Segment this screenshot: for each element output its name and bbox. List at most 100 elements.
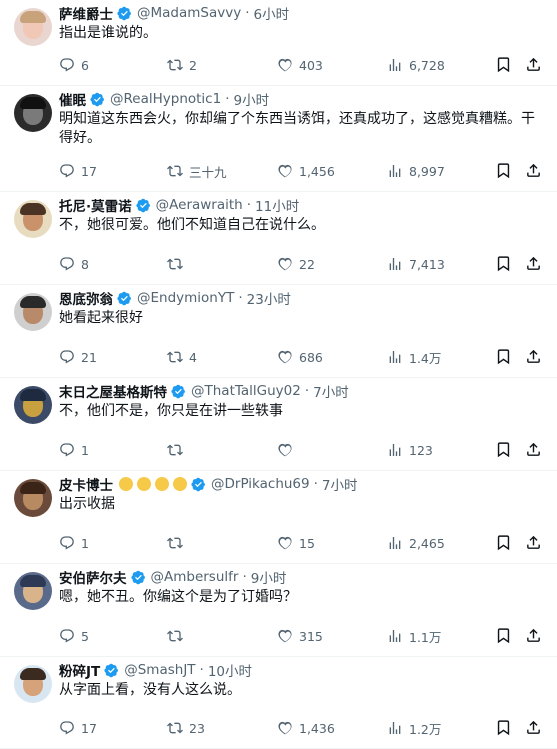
reply-tweet[interactable]: 粉碎JT @SmashJT · 10小时 从字面上看，没有人这么说。 17 23 1,436 1…: [0, 657, 557, 749]
timestamp[interactable]: 6小时: [254, 3, 290, 23]
repost-button[interactable]: [167, 533, 189, 553]
like-button[interactable]: 315: [277, 626, 323, 646]
share-button[interactable]: [525, 441, 542, 458]
timestamp[interactable]: 7小时: [313, 381, 349, 401]
user-handle[interactable]: @ThatTallGuy02: [191, 383, 301, 399]
bookmark-button[interactable]: [495, 534, 512, 551]
like-button[interactable]: 1,456: [277, 161, 335, 181]
like-button[interactable]: 403: [277, 55, 323, 75]
repost-button[interactable]: 23: [167, 718, 205, 738]
display-name[interactable]: 皮卡博士: [59, 474, 113, 494]
user-handle[interactable]: @DrPikachu69: [211, 476, 310, 492]
separator-dot: ·: [245, 5, 250, 21]
reply-button[interactable]: 5: [59, 626, 89, 646]
reply-count: 21: [81, 349, 97, 365]
user-handle[interactable]: @EndymionYT: [137, 290, 234, 306]
display-name[interactable]: 催眠: [59, 89, 86, 109]
share-button[interactable]: [525, 162, 542, 179]
avatar[interactable]: [14, 8, 52, 46]
reply-tweet[interactable]: 催眠 @RealHypnotic1 · 9小时 明知道这东西会火，你却编了个东西当诱饵，…: [0, 86, 557, 192]
reply-button[interactable]: 8: [59, 254, 89, 274]
avatar[interactable]: [14, 293, 52, 331]
avatar[interactable]: [14, 665, 52, 703]
user-handle[interactable]: @Ambersulfr: [151, 569, 239, 585]
bookmark-button[interactable]: [495, 56, 512, 73]
views-button[interactable]: 1.2万: [387, 718, 441, 738]
views-button[interactable]: 1.4万: [387, 347, 441, 367]
reply-tweet[interactable]: 安伯萨尔夫 @Ambersulfr · 9小时 嗯，她不丑。你编这个是为了订婚吗？ 5 31…: [0, 564, 557, 657]
bookmark-button[interactable]: [495, 162, 512, 179]
avatar[interactable]: [14, 94, 52, 132]
repost-button[interactable]: 4: [167, 347, 197, 367]
timestamp[interactable]: 7小时: [322, 474, 358, 494]
avatar[interactable]: [14, 200, 52, 238]
like-button[interactable]: [277, 440, 299, 460]
like-button[interactable]: 1,436: [277, 718, 335, 738]
avatar[interactable]: [14, 479, 52, 517]
display-name[interactable]: 托尼·莫雷诺: [59, 195, 132, 215]
bookmark-button[interactable]: [495, 627, 512, 644]
timestamp[interactable]: 23小时: [247, 288, 291, 308]
user-handle[interactable]: @MadamSavvy: [137, 5, 241, 21]
display-name[interactable]: 安伯萨尔夫: [59, 567, 127, 587]
like-count: 1,436: [299, 720, 335, 736]
avatar[interactable]: [14, 386, 52, 424]
like-button[interactable]: 15: [277, 533, 315, 553]
share-button[interactable]: [525, 719, 542, 736]
views-button[interactable]: 8,997: [387, 161, 445, 181]
share-icon: [525, 348, 542, 365]
views-button[interactable]: 7,413: [387, 254, 445, 274]
reply-tweet[interactable]: 末日之屋基格斯特 @ThatTallGuy02 · 7小时 不，他们不是，你只是在讲一些…: [0, 378, 557, 471]
timestamp[interactable]: 10小时: [208, 660, 252, 680]
like-count: 403: [299, 57, 323, 73]
share-button[interactable]: [525, 627, 542, 644]
share-button[interactable]: [525, 534, 542, 551]
display-name[interactable]: 萨维爵士: [59, 3, 113, 23]
reply-count: 17: [81, 163, 97, 179]
repost-button[interactable]: [167, 626, 189, 646]
heart-icon: [277, 349, 293, 365]
reply-tweet[interactable]: 皮卡博士 @DrPikachu69 · 7小时 出示收据 1 15 2,465: [0, 471, 557, 564]
user-handle[interactable]: @RealHypnotic1: [110, 91, 221, 107]
reply-button[interactable]: 1: [59, 440, 89, 460]
views-button[interactable]: 123: [387, 440, 433, 460]
repost-button[interactable]: [167, 440, 189, 460]
like-button[interactable]: 22: [277, 254, 315, 274]
reply-button[interactable]: 17: [59, 161, 97, 181]
reply-count: 8: [81, 256, 89, 272]
reply-tweet[interactable]: 萨维爵士 @MadamSavvy · 6小时 指出是谁说的。 6 2 403 6,728: [0, 0, 557, 86]
repost-button[interactable]: 2: [167, 55, 197, 75]
reply-button[interactable]: 1: [59, 533, 89, 553]
bookmark-button[interactable]: [495, 441, 512, 458]
views-button[interactable]: 1.1万: [387, 626, 441, 646]
reply-button[interactable]: 17: [59, 718, 97, 738]
bookmark-button[interactable]: [495, 348, 512, 365]
repost-button[interactable]: 三十九: [167, 161, 227, 181]
views-button[interactable]: 6,728: [387, 55, 445, 75]
share-button[interactable]: [525, 348, 542, 365]
views-icon: [387, 256, 403, 272]
display-name[interactable]: 末日之屋基格斯特: [59, 381, 167, 401]
display-name[interactable]: 恩底弥翁: [59, 288, 113, 308]
like-button[interactable]: 686: [277, 347, 323, 367]
repost-button[interactable]: [167, 254, 189, 274]
user-handle[interactable]: @Aerawraith: [156, 197, 243, 213]
timestamp[interactable]: 9小时: [233, 89, 269, 109]
reply-icon: [59, 256, 75, 272]
display-name[interactable]: 粉碎JT: [59, 660, 100, 680]
bookmark-button[interactable]: [495, 719, 512, 736]
share-button[interactable]: [525, 56, 542, 73]
timestamp[interactable]: 9小时: [251, 567, 287, 587]
emoji-icon: [155, 477, 169, 491]
reply-button[interactable]: 6: [59, 55, 89, 75]
avatar[interactable]: [14, 572, 52, 610]
user-handle[interactable]: @SmashJT: [124, 662, 195, 678]
reply-tweet[interactable]: 托尼·莫雷诺 @Aerawraith · 11小时 不，她很可爱。他们不知道自己在说什么…: [0, 192, 557, 285]
reply-tweet[interactable]: 恩底弥翁 @EndymionYT · 23小时 她看起来很好 21 4 686 1.4万: [0, 285, 557, 378]
share-button[interactable]: [525, 255, 542, 272]
bookmark-button[interactable]: [495, 255, 512, 272]
views-button[interactable]: 2,465: [387, 533, 445, 553]
timestamp[interactable]: 11小时: [255, 195, 299, 215]
reply-button[interactable]: 21: [59, 347, 97, 367]
like-count: 1,456: [299, 163, 335, 179]
